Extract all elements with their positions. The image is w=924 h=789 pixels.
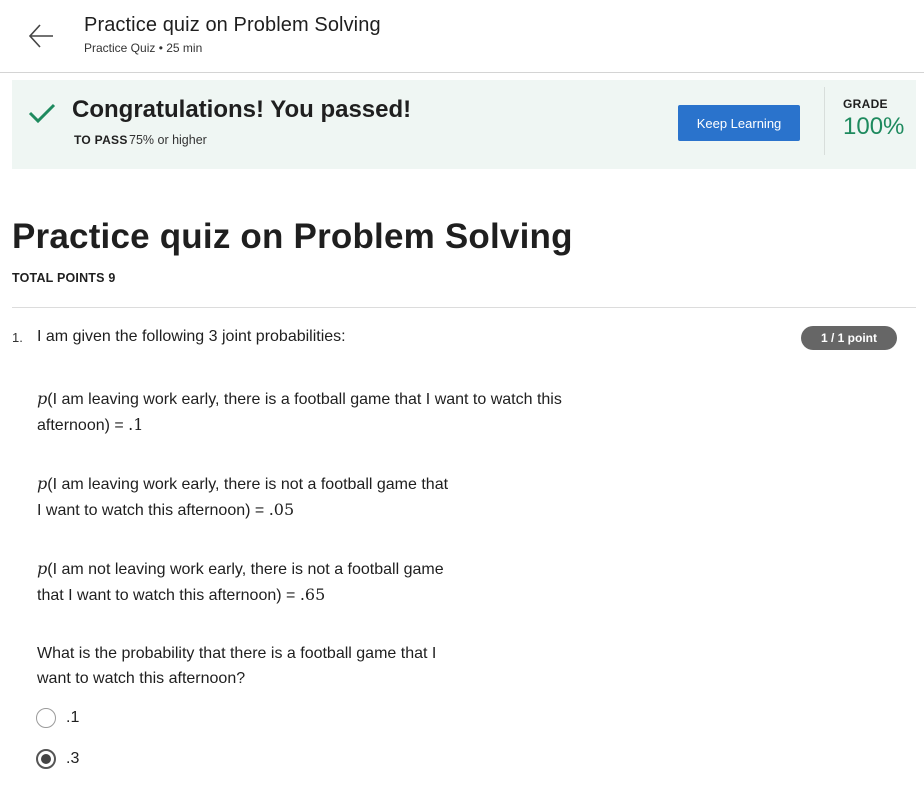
points-badge: 1 / 1 point — [801, 326, 897, 350]
radio-button-unselected[interactable] — [36, 708, 56, 728]
prob3-line1: (I am not leaving work early, there is n… — [47, 561, 444, 578]
question-prompt: I am given the following 3 joint probabi… — [37, 328, 346, 345]
pass-banner: Congratulations! You passed! TO PASS 75%… — [12, 80, 916, 169]
prob3-value: .65 — [299, 585, 326, 604]
prob1-value: .1 — [128, 415, 144, 434]
ask-line1: What is the probability that there is a … — [37, 645, 437, 662]
p-symbol: p — [37, 474, 48, 493]
header-subtitle: Practice Quiz • 25 min — [84, 41, 203, 55]
prob2-line1: (I am leaving work early, there is not a… — [47, 476, 449, 493]
arrow-left-icon — [28, 24, 53, 48]
prob3-line2: that I want to watch this afternoon) = — [37, 587, 300, 604]
ask-line2: want to watch this afternoon? — [37, 670, 246, 687]
probability-statement-1: p(I am leaving work early, there is a fo… — [37, 386, 562, 438]
grade-value: 100% — [843, 113, 905, 140]
check-icon — [28, 103, 56, 124]
banner-divider — [824, 87, 825, 155]
prob2-line2: I want to watch this afternoon) = — [37, 502, 269, 519]
option-label: .1 — [66, 709, 80, 726]
radio-button-selected[interactable] — [36, 749, 56, 769]
quiz-title: Practice quiz on Problem Solving — [12, 217, 573, 256]
banner-title: Congratulations! You passed! — [72, 96, 412, 123]
prob2-value: .05 — [268, 500, 295, 519]
prob1-line2: afternoon) = — [37, 417, 129, 434]
probability-statement-3: p(I am not leaving work early, there is … — [37, 556, 444, 608]
header-title: Practice quiz on Problem Solving — [84, 14, 381, 36]
divider — [12, 307, 916, 308]
top-header: Practice quiz on Problem Solving Practic… — [0, 0, 924, 73]
question-ask: What is the probability that there is a … — [37, 641, 436, 691]
total-points: TOTAL POINTS 9 — [12, 271, 116, 285]
grade-label: GRADE — [843, 97, 888, 111]
to-pass-value: 75% or higher — [129, 133, 207, 147]
answer-option-2[interactable]: .3 — [36, 748, 79, 770]
p-symbol: p — [37, 389, 48, 408]
back-button[interactable] — [26, 22, 56, 50]
prob1-line1: (I am leaving work early, there is a foo… — [47, 391, 562, 408]
p-symbol: p — [37, 559, 48, 578]
question-number: 1. — [12, 330, 23, 345]
answer-option-1[interactable]: .1 — [36, 707, 79, 729]
to-pass-label: TO PASS — [74, 133, 128, 147]
keep-learning-button[interactable]: Keep Learning — [678, 105, 800, 141]
option-label: .3 — [66, 750, 80, 767]
probability-statement-2: p(I am leaving work early, there is not … — [37, 471, 448, 523]
